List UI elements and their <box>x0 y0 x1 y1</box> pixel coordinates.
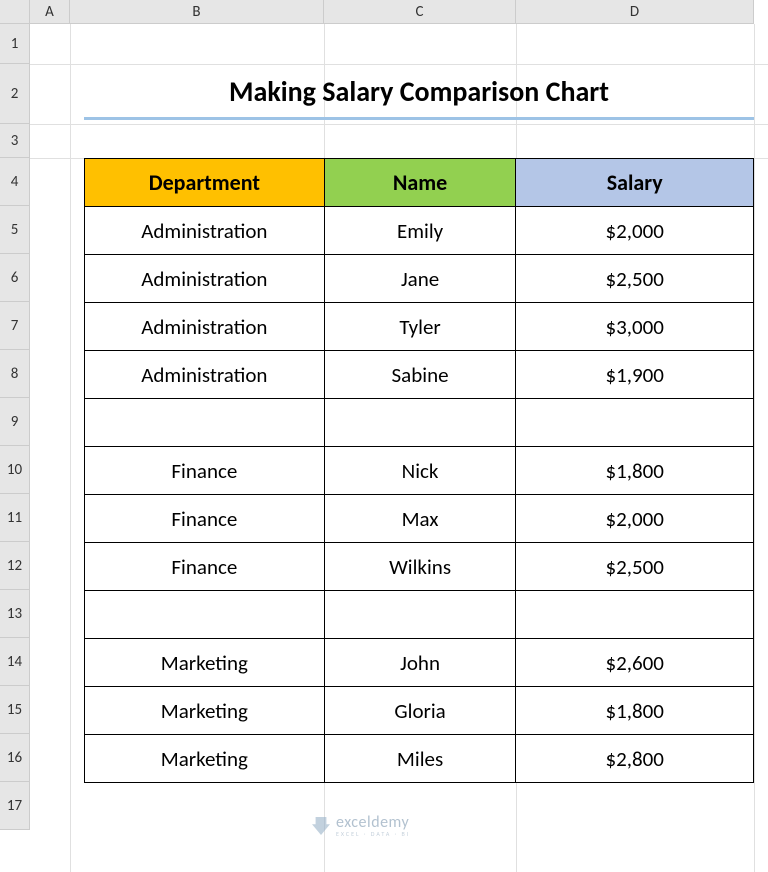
row-header-10[interactable]: 10 <box>0 446 30 494</box>
table-row: AdministrationJane$2,500 <box>85 255 754 303</box>
cell-name[interactable] <box>324 399 516 447</box>
row-header-17[interactable]: 17 <box>0 782 30 830</box>
table-row: FinanceMax$2,000 <box>85 495 754 543</box>
cell-name[interactable]: Wilkins <box>324 543 516 591</box>
cell-name[interactable]: Miles <box>324 735 516 783</box>
cell-department[interactable]: Marketing <box>85 639 325 687</box>
table-row: MarketingGloria$1,800 <box>85 687 754 735</box>
cell-name[interactable]: Tyler <box>324 303 516 351</box>
cell-department[interactable]: Administration <box>85 207 325 255</box>
cell-salary[interactable]: $2,000 <box>516 207 754 255</box>
row-header-9[interactable]: 9 <box>0 398 30 446</box>
cell-name[interactable]: Max <box>324 495 516 543</box>
cell-salary[interactable]: $1,800 <box>516 447 754 495</box>
table-row: FinanceNick$1,800 <box>85 447 754 495</box>
salary-table: Department Name Salary AdministrationEmi… <box>84 158 754 783</box>
cell-department[interactable] <box>85 399 325 447</box>
page-title: Making Salary Comparison Chart <box>84 74 754 115</box>
watermark: exceldemy EXCEL · DATA · BI <box>312 815 410 837</box>
cell-name[interactable] <box>324 591 516 639</box>
table-row: MarketingMiles$2,800 <box>85 735 754 783</box>
row-header-3[interactable]: 3 <box>0 124 30 158</box>
spreadsheet-container: A B C D 1 2 3 4 5 6 7 8 9 10 11 12 13 14… <box>0 0 768 872</box>
row-header-16[interactable]: 16 <box>0 734 30 782</box>
cell-salary[interactable]: $1,900 <box>516 351 754 399</box>
cell-name[interactable]: Jane <box>324 255 516 303</box>
cell-department[interactable]: Administration <box>85 351 325 399</box>
cell-salary[interactable]: $2,800 <box>516 735 754 783</box>
row-header-1[interactable]: 1 <box>0 24 30 64</box>
title-cell[interactable]: Making Salary Comparison Chart <box>84 74 754 120</box>
column-headers: A B C D <box>0 0 754 24</box>
cell-department[interactable]: Finance <box>85 495 325 543</box>
sheet-area[interactable]: Making Salary Comparison Chart Departmen… <box>30 24 768 872</box>
column-header-d[interactable]: D <box>516 0 754 24</box>
row-header-7[interactable]: 7 <box>0 302 30 350</box>
table-row <box>85 399 754 447</box>
header-name[interactable]: Name <box>324 159 516 207</box>
column-header-c[interactable]: C <box>324 0 516 24</box>
table-row: AdministrationTyler$3,000 <box>85 303 754 351</box>
exceldemy-icon <box>312 817 330 835</box>
cell-salary[interactable]: $3,000 <box>516 303 754 351</box>
title-underline <box>84 117 754 120</box>
row-headers: 1 2 3 4 5 6 7 8 9 10 11 12 13 14 15 16 1… <box>0 24 30 830</box>
cell-department[interactable]: Administration <box>85 303 325 351</box>
cell-department[interactable]: Marketing <box>85 687 325 735</box>
row-header-12[interactable]: 12 <box>0 542 30 590</box>
select-all-corner[interactable] <box>0 0 30 24</box>
cell-department[interactable]: Administration <box>85 255 325 303</box>
row-header-2[interactable]: 2 <box>0 64 30 124</box>
table-row: AdministrationEmily$2,000 <box>85 207 754 255</box>
header-department[interactable]: Department <box>85 159 325 207</box>
cell-department[interactable]: Finance <box>85 447 325 495</box>
row-header-11[interactable]: 11 <box>0 494 30 542</box>
cell-salary[interactable] <box>516 591 754 639</box>
cell-name[interactable]: Sabine <box>324 351 516 399</box>
row-header-6[interactable]: 6 <box>0 254 30 302</box>
watermark-main: exceldemy <box>336 815 410 831</box>
cell-name[interactable]: Nick <box>324 447 516 495</box>
row-header-4[interactable]: 4 <box>0 158 30 206</box>
cell-salary[interactable]: $2,000 <box>516 495 754 543</box>
cell-department[interactable] <box>85 591 325 639</box>
table-row: MarketingJohn$2,600 <box>85 639 754 687</box>
cell-salary[interactable]: $2,600 <box>516 639 754 687</box>
cell-salary[interactable]: $1,800 <box>516 687 754 735</box>
cell-department[interactable]: Marketing <box>85 735 325 783</box>
row-header-5[interactable]: 5 <box>0 206 30 254</box>
table-header-row: Department Name Salary <box>85 159 754 207</box>
column-header-a[interactable]: A <box>30 0 70 24</box>
header-salary[interactable]: Salary <box>516 159 754 207</box>
cell-name[interactable]: Emily <box>324 207 516 255</box>
row-header-8[interactable]: 8 <box>0 350 30 398</box>
cell-name[interactable]: Gloria <box>324 687 516 735</box>
cell-salary[interactable]: $2,500 <box>516 255 754 303</box>
cell-salary[interactable]: $2,500 <box>516 543 754 591</box>
cell-department[interactable]: Finance <box>85 543 325 591</box>
watermark-sub: EXCEL · DATA · BI <box>336 831 410 837</box>
table-row: FinanceWilkins$2,500 <box>85 543 754 591</box>
cell-salary[interactable] <box>516 399 754 447</box>
table-row: AdministrationSabine$1,900 <box>85 351 754 399</box>
cell-name[interactable]: John <box>324 639 516 687</box>
row-header-13[interactable]: 13 <box>0 590 30 638</box>
column-header-b[interactable]: B <box>70 0 324 24</box>
table-row <box>85 591 754 639</box>
row-header-14[interactable]: 14 <box>0 638 30 686</box>
row-header-15[interactable]: 15 <box>0 686 30 734</box>
